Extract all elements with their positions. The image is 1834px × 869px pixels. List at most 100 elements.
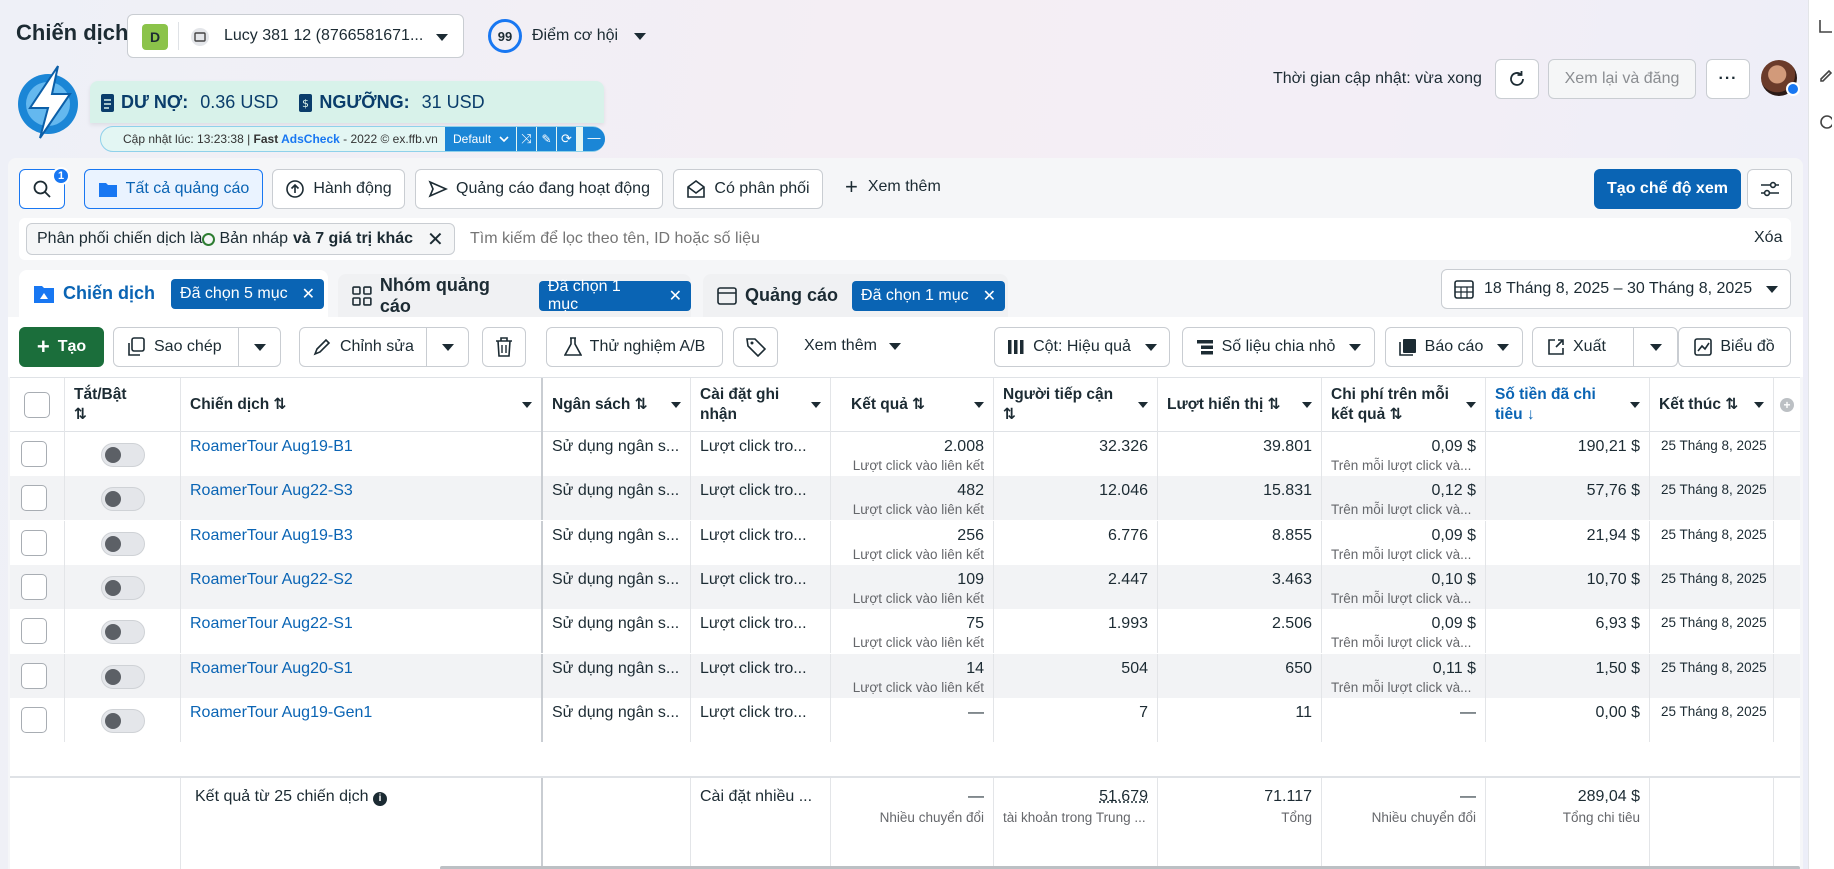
opportunity-score[interactable]: 99 Điểm cơ hội <box>488 18 647 54</box>
table-row[interactable]: RoamerTour Aug22-S1 Sử dụng ngân s... Lượt… <box>10 609 1800 654</box>
cell-ends: 25 Tháng 8, 2025 <box>1650 432 1774 476</box>
close-icon[interactable]: ✕ <box>983 286 996 306</box>
reload-button[interactable]: ⟳ <box>557 127 576 151</box>
header-campaign[interactable]: Chiến dịch ⇅ <box>181 378 543 432</box>
table-row[interactable]: RoamerTour Aug19-B1 Sử dụng ngân s... Lượt… <box>10 432 1800 476</box>
actions-button[interactable]: Hành động <box>272 169 405 209</box>
header-attribution[interactable]: Cài đặt ghi nhận <box>691 378 831 432</box>
campaign-selection-chip[interactable]: Đã chọn 5 mục ✕ <box>171 278 325 309</box>
copy-dropdown[interactable] <box>238 328 280 366</box>
sidebar-chart-icon[interactable] <box>1818 18 1832 34</box>
shuffle-button[interactable]: ⤨ <box>517 127 536 151</box>
row-checkbox[interactable] <box>21 441 47 467</box>
row-checkbox[interactable] <box>21 485 47 512</box>
campaign-name-link[interactable]: RoamerTour Aug19-B1 <box>190 438 353 455</box>
header-amount-spent[interactable]: Số tiền đã chi tiêu ↓ <box>1486 378 1650 432</box>
table-row[interactable]: RoamerTour Aug20-S1 Sử dụng ngân s... Lượt… <box>10 653 1800 698</box>
header-ends[interactable]: Kết thúc ⇅ <box>1650 378 1774 432</box>
review-publish-button[interactable]: Xem lại và đăng <box>1548 59 1696 99</box>
row-checkbox[interactable] <box>21 529 47 556</box>
delivering-button[interactable]: Có phân phối <box>673 169 823 209</box>
campaign-toggle[interactable] <box>101 443 145 467</box>
header-results[interactable]: Kết quả ⇅ <box>831 378 994 432</box>
campaign-toggle[interactable] <box>101 620 145 645</box>
copy-button[interactable]: Sao chép <box>113 327 281 367</box>
campaign-name-link[interactable]: RoamerTour Aug19-B3 <box>190 527 353 544</box>
tab-ads[interactable]: Quảng cáo Đã chọn 1 mục ✕ <box>703 274 1008 317</box>
adset-selection-chip[interactable]: Đã chọn 1 mục ✕ <box>538 278 691 313</box>
filter-chip[interactable]: Phân phối chiến dịch là Bản nháp và 7 gi… <box>26 223 455 255</box>
export-button[interactable]: Xuất <box>1532 327 1678 367</box>
cell-results-value: 14 <box>966 659 984 677</box>
close-icon[interactable]: ✕ <box>669 286 682 306</box>
ad-selection-chip[interactable]: Đã chọn 1 mục ✕ <box>852 280 1006 311</box>
cell-name: RoamerTour Aug22-S2 <box>181 564 543 609</box>
tab-adsets[interactable]: Nhóm quảng cáo Đã chọn 1 mục ✕ <box>338 274 691 317</box>
select-all-checkbox[interactable] <box>24 392 50 418</box>
date-range-picker[interactable]: 18 Tháng 8, 2025 – 30 Tháng 8, 2025 <box>1441 269 1791 309</box>
toolbar-see-more-label: Xem thêm <box>804 337 877 354</box>
more-options-button[interactable]: ··· <box>1706 59 1750 99</box>
delete-button[interactable] <box>482 327 526 367</box>
header-reach[interactable]: Người tiếp cận ⇅ <box>994 378 1158 432</box>
columns-button[interactable]: Cột: Hiệu quả <box>994 327 1170 367</box>
campaign-toggle[interactable] <box>101 708 145 733</box>
table-row[interactable]: RoamerTour Aug22-S3 Sử dụng ngân s... Lượt… <box>10 476 1800 521</box>
table-row[interactable]: RoamerTour Aug22-S2 Sử dụng ngân s... Lượt… <box>10 564 1800 609</box>
table-row[interactable]: RoamerTour Aug19-B3 Sử dụng ngân s... Lượt… <box>10 520 1800 565</box>
info-icon[interactable]: i <box>372 792 387 806</box>
tag-button[interactable] <box>733 327 778 367</box>
filter-search-input[interactable] <box>470 226 1370 252</box>
refresh-button[interactable] <box>1495 59 1539 99</box>
toolbar-see-more[interactable]: Xem thêm <box>804 337 901 355</box>
sort-icon: ⇅ <box>74 406 87 423</box>
reports-button[interactable]: Báo cáo <box>1385 327 1523 367</box>
campaign-name-link[interactable]: RoamerTour Aug22-S3 <box>190 482 353 499</box>
header-impressions[interactable]: Lượt hiển thị ⇅ <box>1158 378 1322 432</box>
sidebar-clock-icon[interactable] <box>1818 114 1832 130</box>
campaign-toggle[interactable] <box>101 664 145 689</box>
edit-button[interactable]: Chỉnh sửa <box>299 327 469 367</box>
campaign-name-link[interactable]: RoamerTour Aug20-S1 <box>190 660 353 677</box>
header-budget[interactable]: Ngân sách ⇅ <box>543 378 691 432</box>
create-view-button[interactable]: Tạo chế độ xem <box>1594 169 1741 209</box>
campaign-toggle[interactable] <box>101 575 145 600</box>
edit-button[interactable]: ✎ <box>537 127 556 151</box>
table-row[interactable]: RoamerTour Aug19-Gen1 Sử dụng ngân s... Lư… <box>10 697 1800 742</box>
charts-button[interactable]: Biểu đồ <box>1678 327 1791 367</box>
view-settings-button[interactable] <box>1747 169 1792 209</box>
campaign-name-link[interactable]: RoamerTour Aug22-S2 <box>190 571 353 588</box>
header-toggle[interactable]: Tắt/Bật ⇅ <box>65 378 181 432</box>
header-cost-per-result[interactable]: Chi phí trên mỗi kết quả ⇅ <box>1322 378 1486 432</box>
close-icon[interactable]: ✕ <box>427 227 444 252</box>
cell-reach-value: 32.326 <box>1099 438 1148 455</box>
cell-ends-value: 25 Tháng 8, 2025 <box>1661 482 1767 498</box>
active-ads-button[interactable]: Quảng cáo đang hoạt động <box>415 169 663 209</box>
row-checkbox[interactable] <box>21 618 47 645</box>
footer-impressions: 71.117 Tổng <box>1158 778 1322 869</box>
close-icon[interactable]: ✕ <box>302 284 315 304</box>
sidebar-edit-icon[interactable] <box>1818 66 1832 82</box>
add-column-button[interactable]: + <box>1774 378 1800 432</box>
cell-budget: Sử dụng ngân s... <box>543 520 691 565</box>
campaign-name-link[interactable]: RoamerTour Aug22-S1 <box>190 615 353 632</box>
tab-campaigns[interactable]: Chiến dịch Đã chọn 5 mục ✕ <box>19 270 328 317</box>
campaign-toggle[interactable] <box>101 531 145 556</box>
account-selector[interactable]: D Lucy 381 12 (8766581671... <box>127 14 464 58</box>
export-dropdown[interactable] <box>1633 328 1677 366</box>
edit-dropdown[interactable] <box>426 328 468 366</box>
row-checkbox[interactable] <box>21 706 47 733</box>
row-checkbox[interactable] <box>21 573 47 600</box>
profile-select[interactable]: Default <box>445 127 516 151</box>
campaign-toggle[interactable] <box>101 487 145 512</box>
create-button[interactable]: + Tạo <box>19 327 104 367</box>
see-more-filters[interactable]: + Xem thêm <box>845 176 941 198</box>
cell-impressions-value: 15.831 <box>1263 482 1312 500</box>
breakdown-button[interactable]: Số liệu chia nhỏ <box>1182 327 1375 367</box>
clear-filters-link[interactable]: Xóa <box>1754 229 1782 247</box>
footer-reach-value: 51.679 <box>1099 788 1148 805</box>
ab-test-button[interactable]: Thử nghiệm A/B <box>546 327 723 367</box>
row-checkbox[interactable] <box>21 662 47 689</box>
campaign-name-link[interactable]: RoamerTour Aug19-Gen1 <box>190 704 372 721</box>
all-ads-button[interactable]: Tất cả quảng cáo <box>84 169 263 209</box>
